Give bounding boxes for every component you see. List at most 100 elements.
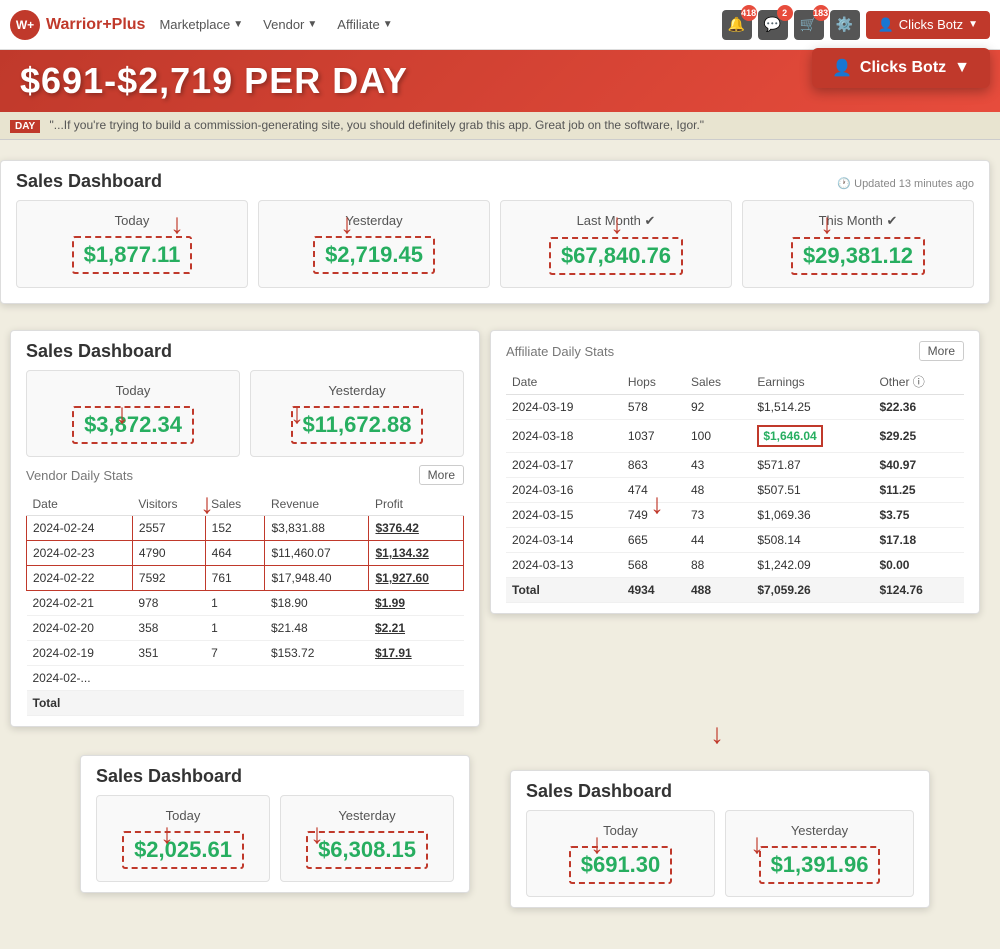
table-total-row: Total bbox=[27, 691, 464, 716]
testimonial-text: "...If you're trying to build a commissi… bbox=[50, 118, 705, 132]
user-button[interactable]: 👤 Clicks Botz ▼ bbox=[866, 11, 990, 39]
affiliate-panel-header: Affiliate Daily Stats More bbox=[506, 341, 964, 361]
nav-marketplace[interactable]: Marketplace ▼ bbox=[153, 13, 249, 36]
vendor-panel: Vendor Daily Stats More Date Visitors Sa… bbox=[26, 465, 464, 716]
sales-updated: 🕐 Updated 13 minutes ago bbox=[837, 177, 974, 190]
aff-col-date: Date bbox=[506, 369, 622, 395]
table-row: 2024-03-18 1037 100 $1,646.04 $29.25 bbox=[506, 420, 964, 453]
navbar: W+ Warrior+Plus Marketplace ▼ Vendor ▼ A… bbox=[0, 0, 1000, 50]
table-row: 2024-02-23 4790 464 $11,460.07 $1,134.32 bbox=[27, 541, 464, 566]
table-row: 2024-03-14 665 44 $508.14 $17.18 bbox=[506, 528, 964, 553]
dropdown-arrow: ▼ bbox=[954, 59, 970, 77]
sp2-today-value: $3,872.34 bbox=[72, 406, 194, 444]
row-sales: 464 bbox=[205, 541, 265, 566]
arrow-13: ↓ bbox=[750, 830, 764, 858]
sp3-today-label: Today bbox=[109, 808, 257, 823]
stat-today-label: Today bbox=[29, 213, 235, 228]
sp4-today-label: Today bbox=[539, 823, 702, 838]
nav-affiliate[interactable]: Affiliate ▼ bbox=[331, 13, 398, 36]
sales-panel-1: Sales Dashboard 🕐 Updated 13 minutes ago… bbox=[0, 160, 990, 304]
arrow-8: ↓ bbox=[650, 490, 664, 518]
table-row: 2024-02-20 358 1 $21.48 $2.21 bbox=[27, 616, 464, 641]
table-row: 2024-03-16 474 48 $507.51 $11.25 bbox=[506, 478, 964, 503]
sp2-yesterday-label: Yesterday bbox=[263, 383, 451, 398]
cart-count: 183 bbox=[813, 5, 829, 21]
navbar-right: 🔔 418 💬 2 🛒 183 ⚙️ 👤 Clicks Botz ▼ bbox=[722, 10, 990, 40]
sales-panel-3: Sales Dashboard Today $2,025.61 Yesterda… bbox=[80, 755, 470, 893]
row-revenue: $11,460.07 bbox=[265, 541, 369, 566]
table-row: 2024-02-24 2557 152 $3,831.88 $376.42 bbox=[27, 516, 464, 541]
arrow-2: ↓ bbox=[340, 210, 354, 238]
stat-yesterday: Yesterday $2,719.45 bbox=[258, 200, 490, 288]
row-visitors: 7592 bbox=[132, 566, 205, 591]
notifications-badge[interactable]: 🔔 418 bbox=[722, 10, 752, 40]
row-sales: 7 bbox=[205, 641, 265, 666]
vendor-col-visitors: Visitors bbox=[132, 493, 205, 516]
stat-yesterday-label: Yesterday bbox=[271, 213, 477, 228]
vendor-panel-header: Vendor Daily Stats More bbox=[26, 465, 464, 485]
stats-grid-2: Today $3,872.34 Yesterday $11,672.88 bbox=[26, 370, 464, 457]
row-visitors: 2557 bbox=[132, 516, 205, 541]
row-profit: $1.99 bbox=[369, 591, 464, 616]
table-row: 2024-02-19 351 7 $153.72 $17.91 bbox=[27, 641, 464, 666]
table-row: 2024-02-22 7592 761 $17,948.40 $1,927.60 bbox=[27, 566, 464, 591]
row-profit: $1,134.32 bbox=[369, 541, 464, 566]
table-row: 2024-03-15 749 73 $1,069.36 $3.75 bbox=[506, 503, 964, 528]
messages-badge[interactable]: 💬 2 bbox=[758, 10, 788, 40]
messages-count: 2 bbox=[777, 5, 793, 21]
brand-icon: W+ bbox=[10, 10, 40, 40]
table-row: 2024-02-... bbox=[27, 666, 464, 691]
user-dropdown: 👤 Clicks Botz ▼ bbox=[812, 48, 990, 88]
arrow-5: ↓ bbox=[115, 400, 129, 428]
day-badge: DAY bbox=[10, 120, 40, 133]
sales-panel-3-title: Sales Dashboard bbox=[96, 766, 454, 787]
arrow-10: ↓ bbox=[160, 820, 174, 848]
table-row: 2024-03-17 863 43 $571.87 $40.97 bbox=[506, 453, 964, 478]
vendor-col-profit: Profit bbox=[369, 493, 464, 516]
arrow-1: ↓ bbox=[170, 210, 184, 238]
sp2-stat-yesterday: Yesterday $11,672.88 bbox=[250, 370, 464, 457]
table-row: 2024-03-13 568 88 $1,242.09 $0.00 bbox=[506, 553, 964, 578]
arrow-4: ↓ bbox=[820, 210, 834, 238]
user-icon: 👤 bbox=[832, 58, 852, 78]
sales-panel-4: Sales Dashboard Today $691.30 Yesterday … bbox=[510, 770, 930, 908]
aff-col-hops: Hops bbox=[622, 369, 685, 395]
vendor-col-date: Date bbox=[27, 493, 133, 516]
row-date: 2024-02-22 bbox=[27, 566, 133, 591]
arrow-11: ↓ bbox=[310, 820, 324, 848]
affiliate-total-row: Total 4934 488 $7,059.26 $124.76 bbox=[506, 578, 964, 603]
row-date: 2024-02-24 bbox=[27, 516, 133, 541]
stat-this-month: This Month ✔ $29,381.12 bbox=[742, 200, 974, 288]
cart-badge[interactable]: 🛒 183 bbox=[794, 10, 824, 40]
row-revenue: $3,831.88 bbox=[265, 516, 369, 541]
affiliate-more-button[interactable]: More bbox=[919, 341, 964, 361]
row-revenue: $17,948.40 bbox=[265, 566, 369, 591]
arrow-7: ↓ bbox=[200, 490, 214, 518]
stat-last-month-value: $67,840.76 bbox=[549, 237, 683, 275]
row-date: 2024-02-19 bbox=[27, 641, 133, 666]
brand: W+ Warrior+Plus bbox=[10, 10, 145, 40]
vendor-col-revenue: Revenue bbox=[265, 493, 369, 516]
sales-panel-2-title: Sales Dashboard bbox=[26, 341, 464, 362]
row-date: 2024-02-23 bbox=[27, 541, 133, 566]
stats-grid-3: Today $2,025.61 Yesterday $6,308.15 bbox=[96, 795, 454, 882]
row-visitors: 978 bbox=[132, 591, 205, 616]
row-revenue: $153.72 bbox=[265, 641, 369, 666]
stat-today-value: $1,877.11 bbox=[72, 236, 193, 274]
brand-name: Warrior+Plus bbox=[46, 16, 145, 34]
arrow-12: ↓ bbox=[590, 830, 604, 858]
arrow-9: ↓ bbox=[710, 720, 724, 748]
arrow-6: ↓ bbox=[290, 400, 304, 428]
sp3-today-value: $2,025.61 bbox=[122, 831, 244, 869]
vendor-more-button[interactable]: More bbox=[419, 465, 464, 485]
settings-badge[interactable]: ⚙️ bbox=[830, 10, 860, 40]
row-date: 2024-02-21 bbox=[27, 591, 133, 616]
vendor-col-sales: Sales bbox=[205, 493, 265, 516]
sales-panel-4-title: Sales Dashboard bbox=[526, 781, 914, 802]
aff-col-sales: Sales bbox=[685, 369, 751, 395]
aff-col-other: Other ⓘ bbox=[873, 369, 964, 395]
highlighted-earnings: $1,646.04 bbox=[757, 425, 822, 447]
nav-vendor[interactable]: Vendor ▼ bbox=[257, 13, 323, 36]
row-revenue: $18.90 bbox=[265, 591, 369, 616]
row-profit: $17.91 bbox=[369, 641, 464, 666]
